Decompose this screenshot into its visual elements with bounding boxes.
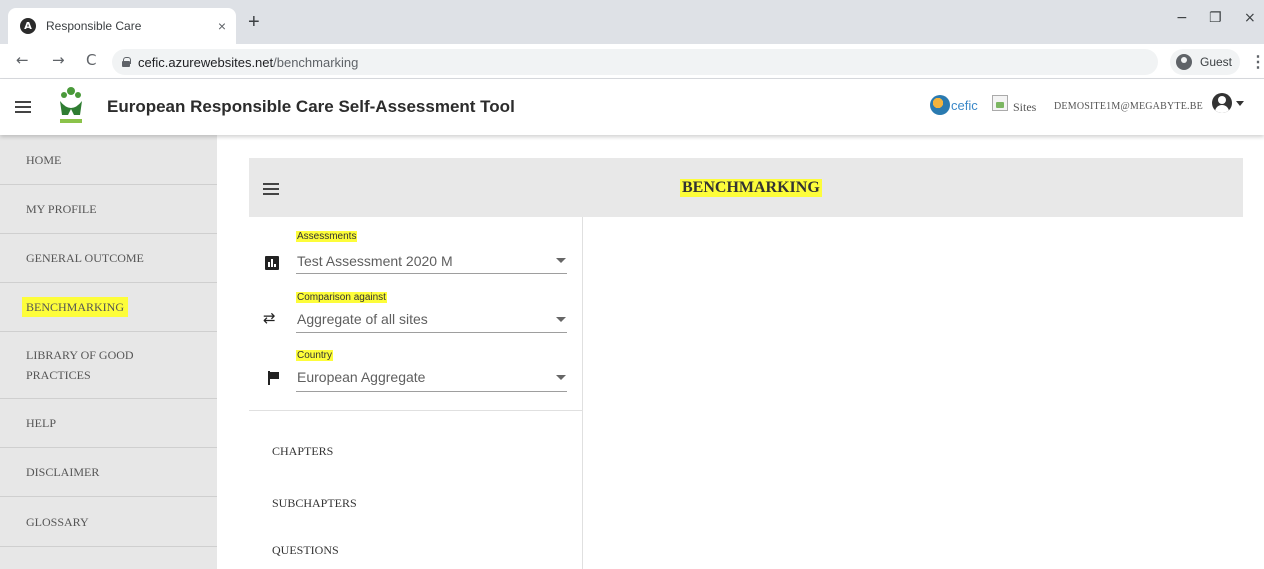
app-header: European Responsible Care Self-Assessmen… [0,79,1264,135]
browser-tab[interactable]: A Responsible Care × [8,8,236,44]
forward-button[interactable]: → [52,51,65,69]
sidebar-item-label: GLOSSARY [26,514,89,529]
assessments-underline [296,273,567,274]
sidebar-item-home[interactable]: HOME [0,135,217,185]
compare-arrows-icon: ⇄ [263,309,276,327]
sidebar-item-label: BENCHMARKING [22,297,129,317]
minimize-button[interactable]: − [1176,10,1188,26]
country-select[interactable]: European Aggregate [297,369,425,385]
assessments-dropdown-arrow-icon[interactable] [556,258,566,263]
sidebar-item-general-outcome[interactable]: GENERAL OUTCOME [0,234,217,283]
subchapters-link[interactable]: SUBCHAPTERS [272,496,357,511]
sidebar-item-label: HOME [26,152,62,167]
profile-button[interactable]: Guest [1170,49,1240,75]
sites-link[interactable]: Sites [1013,100,1036,115]
cefic-mark-icon [930,95,950,115]
sidebar-item-my-profile[interactable]: MY PROFILE [0,185,217,234]
sidebar-item-glossary[interactable]: GLOSSARY [0,497,217,547]
comparison-underline [296,332,567,333]
flag-icon [268,371,280,385]
sidebar-item-library-of-good-practices[interactable]: LIBRARY OF GOOD PRACTICES [0,332,217,399]
app-title: European Responsible Care Self-Assessmen… [107,97,515,116]
country-dropdown-arrow-icon[interactable] [556,375,566,380]
user-email[interactable]: DEMOSITE1M@MEGABYTE.BE [1054,101,1203,112]
tab-close-icon[interactable]: × [218,18,226,34]
app-menu-icon[interactable] [15,101,31,113]
restore-button[interactable]: ❐ [1209,10,1222,26]
cefic-logo-text: cefic [951,97,978,113]
panel-menu-icon[interactable] [263,183,279,195]
responsible-care-logo[interactable] [56,85,86,127]
sidebar-item-label: MY PROFILE [26,202,97,216]
sidebar-item-benchmarking[interactable]: BENCHMARKING [0,283,217,332]
lock-icon [122,57,131,67]
sidebar-item-label: HELP [26,416,56,430]
country-underline [296,391,567,392]
address-bar[interactable]: cefic.azurewebsites.net/benchmarking [112,49,1158,75]
sidebar-item-label: LIBRARY OF GOOD PRACTICES [26,348,134,382]
profile-avatar-icon [1176,54,1192,70]
bar-chart-icon [265,256,279,270]
sidebar-item-disclaimer[interactable]: DISCLAIMER [0,448,217,497]
browser-menu-icon[interactable]: ⋮ [1250,52,1264,72]
broken-image-icon [992,95,1008,111]
sidebar: HOME MY PROFILE GENERAL OUTCOME BENCHMAR… [0,135,217,569]
angular-favicon-icon: A [20,18,36,34]
close-window-button[interactable]: × [1244,10,1256,26]
reload-button[interactable]: C [86,51,96,69]
chapters-link[interactable]: CHAPTERS [272,444,333,459]
sidebar-item-label: DISCLAIMER [26,465,100,479]
filter-panel [249,217,583,569]
browser-tabstrip: A Responsible Care × + − ❐ × [0,0,1264,44]
new-tab-button[interactable]: + [248,12,260,32]
back-button[interactable]: ← [16,51,29,69]
sidebar-item-label: GENERAL OUTCOME [26,251,144,265]
tab-title: Responsible Care [46,19,142,33]
page-title: BENCHMARKING [680,179,822,197]
comparison-dropdown-arrow-icon[interactable] [556,317,566,322]
country-label: Country [296,350,334,361]
filter-divider [249,410,583,411]
url-text: cefic.azurewebsites.net/benchmarking [138,54,359,70]
browser-toolbar: ← → C cefic.azurewebsites.net/benchmarki… [0,44,1264,79]
comparison-select[interactable]: Aggregate of all sites [297,311,428,327]
profile-label: Guest [1200,55,1233,69]
sidebar-item-help[interactable]: HELP [0,399,217,448]
cefic-logo[interactable]: cefic [930,95,978,115]
comparison-label: Comparison against [296,292,387,303]
assessments-select[interactable]: Test Assessment 2020 M [297,253,453,269]
account-circle-icon[interactable] [1212,93,1232,113]
questions-link[interactable]: QUESTIONS [272,543,339,558]
account-dropdown-caret-icon[interactable] [1236,101,1244,106]
assessments-label: Assessments [296,231,358,242]
